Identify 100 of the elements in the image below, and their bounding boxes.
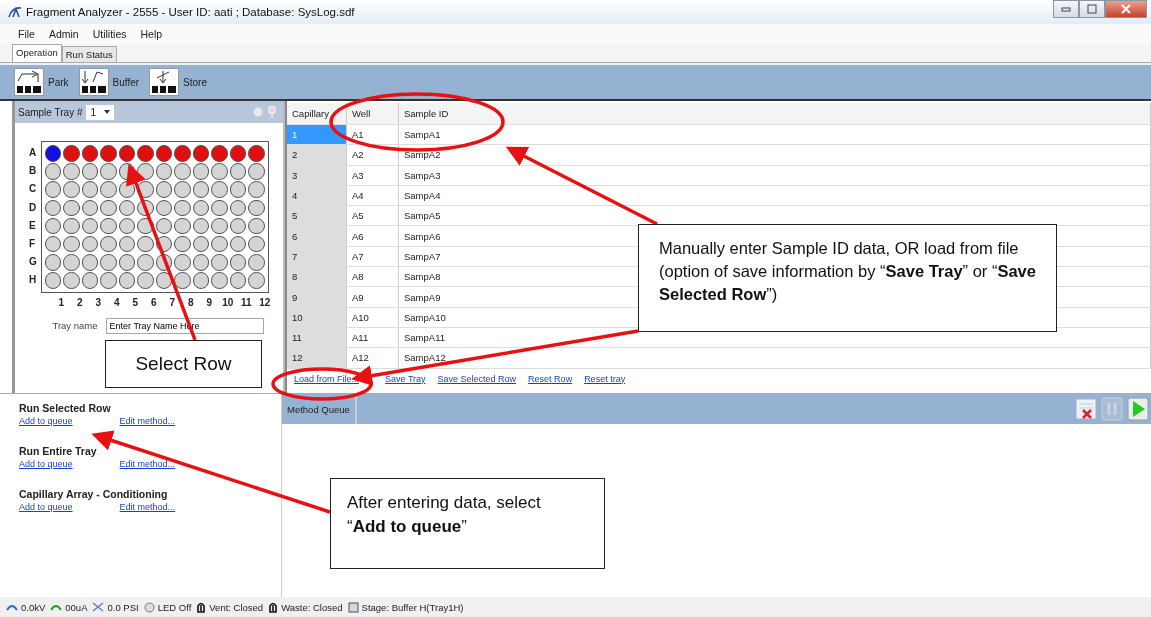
well[interactable] bbox=[118, 217, 136, 235]
well[interactable] bbox=[155, 181, 173, 198]
table-cell[interactable]: A10 bbox=[347, 307, 399, 327]
table-cell[interactable]: SampA12 bbox=[399, 348, 1151, 368]
well[interactable] bbox=[211, 272, 228, 289]
well[interactable] bbox=[248, 181, 265, 198]
table-cell[interactable]: 3 bbox=[287, 165, 347, 185]
menu-item[interactable]: Utilities bbox=[92, 28, 127, 40]
table-cell[interactable]: A6 bbox=[347, 226, 399, 246]
well[interactable] bbox=[248, 163, 265, 180]
table-cell[interactable]: 11 bbox=[287, 327, 347, 348]
well[interactable] bbox=[100, 199, 117, 217]
well[interactable] bbox=[248, 199, 265, 217]
link[interactable]: Add to queue bbox=[19, 416, 73, 426]
well[interactable] bbox=[100, 145, 117, 162]
menu-item[interactable]: File bbox=[18, 28, 35, 40]
well[interactable] bbox=[137, 254, 154, 271]
table-cell[interactable]: 6 bbox=[287, 226, 347, 246]
well[interactable] bbox=[100, 181, 117, 198]
well[interactable] bbox=[155, 163, 173, 180]
well[interactable] bbox=[63, 199, 80, 217]
well[interactable] bbox=[229, 254, 247, 271]
table-cell[interactable]: 9 bbox=[287, 287, 347, 307]
well[interactable] bbox=[100, 163, 117, 180]
arrow-down-rack-icon[interactable] bbox=[149, 68, 180, 96]
well[interactable] bbox=[174, 199, 191, 217]
well[interactable] bbox=[192, 181, 210, 198]
well[interactable] bbox=[137, 145, 154, 162]
well[interactable] bbox=[81, 272, 99, 289]
table-cell[interactable]: 7 bbox=[287, 246, 347, 267]
well[interactable] bbox=[137, 235, 154, 253]
well[interactable] bbox=[100, 272, 117, 289]
link[interactable]: Edit method... bbox=[119, 459, 176, 469]
well[interactable] bbox=[44, 254, 62, 271]
well[interactable] bbox=[248, 145, 265, 162]
table-cell[interactable]: A3 bbox=[347, 165, 399, 185]
well[interactable] bbox=[81, 235, 99, 253]
well[interactable] bbox=[211, 199, 228, 217]
tray-select[interactable]: 1 bbox=[86, 104, 115, 120]
well[interactable] bbox=[229, 235, 247, 253]
well[interactable] bbox=[81, 181, 99, 198]
table-cell[interactable]: 4 bbox=[287, 185, 347, 206]
well[interactable] bbox=[155, 217, 173, 235]
table-cell[interactable]: SampA3 bbox=[399, 165, 1151, 185]
link[interactable]: Add to queue bbox=[19, 459, 73, 469]
well[interactable] bbox=[211, 163, 228, 180]
link[interactable]: Save Selected Row bbox=[437, 373, 517, 384]
well[interactable] bbox=[63, 163, 80, 180]
link[interactable]: Edit method... bbox=[119, 416, 176, 426]
table-cell[interactable]: A1 bbox=[347, 125, 399, 145]
link[interactable]: Save Tray bbox=[385, 373, 426, 384]
table-cell[interactable]: A4 bbox=[347, 185, 399, 206]
table-cell[interactable]: 2 bbox=[287, 145, 347, 165]
well[interactable] bbox=[229, 272, 247, 289]
well[interactable] bbox=[63, 145, 80, 162]
table-cell[interactable]: SampA1 bbox=[399, 125, 1151, 145]
well[interactable] bbox=[174, 163, 191, 180]
well[interactable] bbox=[63, 181, 80, 198]
well[interactable] bbox=[192, 235, 210, 253]
well[interactable] bbox=[81, 254, 99, 271]
table-cell[interactable]: A8 bbox=[347, 267, 399, 287]
table-cell[interactable]: 8 bbox=[287, 267, 347, 287]
well[interactable] bbox=[174, 145, 191, 162]
well[interactable] bbox=[155, 145, 173, 162]
well[interactable] bbox=[211, 235, 228, 253]
well[interactable] bbox=[174, 181, 191, 198]
table-cell[interactable]: A12 bbox=[347, 348, 399, 368]
table-cell[interactable]: 5 bbox=[287, 206, 347, 226]
well[interactable] bbox=[63, 254, 80, 271]
well[interactable] bbox=[44, 235, 62, 253]
arrow-into-rack-icon[interactable] bbox=[14, 68, 44, 96]
table-cell[interactable]: A11 bbox=[347, 327, 399, 348]
table-cell[interactable]: SampA2 bbox=[399, 145, 1151, 165]
well[interactable] bbox=[174, 272, 191, 289]
well[interactable] bbox=[229, 145, 247, 162]
well[interactable] bbox=[118, 145, 136, 162]
well[interactable] bbox=[100, 235, 117, 253]
link[interactable]: Reset tray bbox=[584, 373, 626, 384]
table-cell[interactable]: A7 bbox=[347, 246, 399, 267]
table-cell[interactable]: A5 bbox=[347, 206, 399, 226]
column-header[interactable]: Well bbox=[347, 103, 399, 124]
well[interactable] bbox=[63, 272, 80, 289]
table-cell[interactable]: SampA4 bbox=[399, 185, 1151, 206]
well[interactable] bbox=[118, 254, 136, 271]
well[interactable] bbox=[248, 254, 265, 271]
well[interactable] bbox=[44, 163, 62, 180]
well[interactable] bbox=[118, 272, 136, 289]
tab[interactable]: Operation bbox=[12, 44, 62, 62]
well[interactable] bbox=[192, 217, 210, 235]
toolbar-label[interactable]: Park bbox=[48, 76, 69, 88]
maximize-button[interactable] bbox=[1079, 0, 1105, 18]
toolbar-label[interactable]: Store bbox=[183, 76, 207, 88]
close-button[interactable] bbox=[1105, 0, 1147, 18]
well[interactable] bbox=[137, 272, 154, 289]
well[interactable] bbox=[44, 199, 62, 217]
table-cell[interactable]: 12 bbox=[287, 348, 347, 368]
well[interactable] bbox=[118, 235, 136, 253]
link[interactable]: Reset Row bbox=[528, 373, 573, 384]
well[interactable] bbox=[192, 163, 210, 180]
well[interactable] bbox=[229, 199, 247, 217]
